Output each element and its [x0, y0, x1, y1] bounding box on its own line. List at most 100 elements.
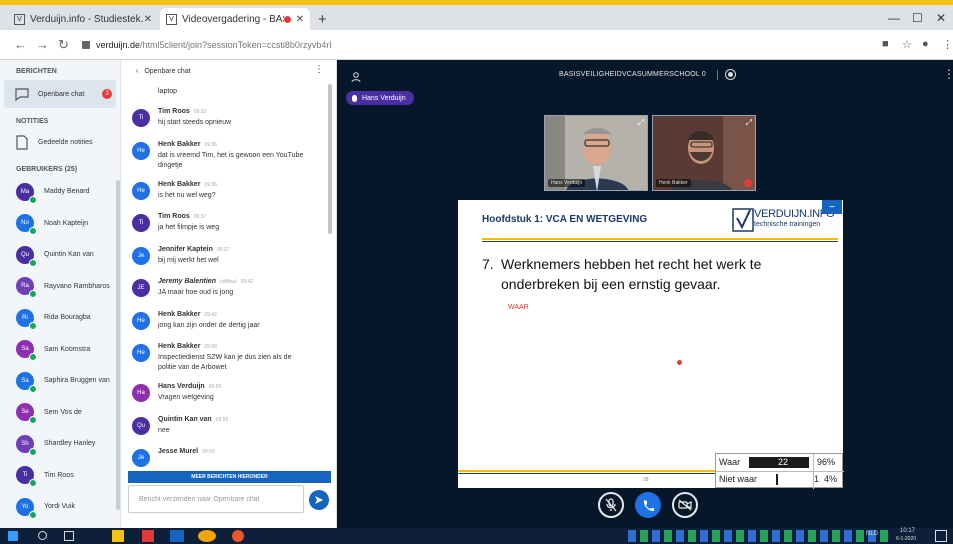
message-time: 09:42 [240, 279, 254, 285]
user-list-item[interactable]: Ri Rida Bouragba [0, 302, 120, 334]
poll-results: Waar 22 96% Niet waar 1 4% [715, 453, 844, 489]
online-status-icon [29, 510, 37, 519]
recording-icon[interactable] [725, 69, 736, 80]
language-indicator[interactable]: NLD [866, 531, 878, 537]
poll-percent: 96% [817, 457, 836, 467]
user-list-item[interactable]: Se Sem Vos de [0, 397, 120, 429]
minimize-presentation-button[interactable]: − [822, 200, 842, 214]
talking-indicator: Hans Verduijn [346, 91, 414, 105]
user-list-scrollbar[interactable] [116, 180, 120, 510]
avatar-initials: Ri [22, 314, 28, 321]
user-list-item[interactable]: Yo Yordi Vuik [0, 491, 120, 523]
send-button[interactable] [309, 490, 329, 510]
browser-menu-icon[interactable]: ⋮ [942, 38, 953, 51]
message-time: 09:37 [193, 214, 207, 220]
options-menu-icon[interactable]: ⋮ [943, 67, 953, 81]
system-tray-icons[interactable] [628, 530, 888, 542]
logo-subtitle: technische trainingen [754, 221, 821, 228]
message-author-line: Jeremy Balentien (offline) 09:42 [158, 275, 327, 285]
tab-videovergadering[interactable]: V Videovergadering - BASISVE ✕ [160, 8, 310, 30]
avatar-initials: Sa [21, 377, 29, 384]
online-status-icon [29, 416, 37, 425]
tab-verduijn-info[interactable]: V Verduijn.info - Studiestek.nl - Bo ✕ [8, 8, 158, 30]
avatar-initials: Ti [22, 472, 28, 479]
maximize-icon[interactable]: ☐ [912, 11, 923, 25]
message-author: Jeremy Balentien [158, 278, 216, 285]
avatar: JE [132, 279, 150, 297]
avatar: He [132, 141, 150, 160]
message-text: is het nu wel weg? [158, 191, 216, 199]
chat-title[interactable]: Openbare chat [144, 68, 190, 75]
app-icon[interactable] [142, 530, 154, 542]
message-author-line: Jesse Murel 09:59 [158, 445, 327, 455]
avatar-initials: Ma [20, 188, 30, 195]
search-icon[interactable] [38, 531, 47, 540]
chat-scrollbar[interactable] [328, 84, 332, 234]
avatar: He [132, 344, 150, 362]
url-host: verduijn.de [96, 40, 141, 50]
user-name: Noah Kapteijn [44, 219, 88, 227]
video-tile-hans[interactable]: ⤢ Hans Verduijn [544, 115, 648, 191]
avatar-initials: Yo [21, 503, 29, 510]
avatar: Yo [16, 497, 37, 519]
file-explorer-icon[interactable] [112, 530, 124, 542]
expand-icon[interactable]: ⤢ [638, 118, 644, 128]
avatar: Ra [16, 277, 37, 299]
avatar: Je [132, 449, 150, 467]
message-text: Vragen wetgeving [158, 394, 214, 401]
profile-icon[interactable]: ● [922, 38, 929, 50]
user-list-toggle-icon[interactable] [351, 70, 361, 88]
online-status-icon [29, 353, 37, 362]
minimize-icon[interactable]: — [888, 11, 900, 25]
list-item: laptop [122, 82, 327, 105]
user-list-item[interactable]: Sh Shardley Hanley [0, 428, 120, 460]
user-list-item[interactable]: Ma Maddy Benard [0, 176, 120, 208]
chat-message-list: laptop Ti Tim Roos 09:33 hij start steeds o… [122, 82, 327, 470]
user-list-item[interactable]: Ti Tim Roos [0, 460, 120, 492]
reload-icon[interactable]: ↻ [58, 37, 69, 53]
user-list-item[interactable]: Sa Sam Koomstra [0, 334, 120, 366]
url-field[interactable]: verduijn.de /html5client/join?sessionTok… [82, 36, 872, 54]
new-tab-button[interactable]: + [318, 11, 327, 28]
chat-options-icon[interactable]: ⋮ [314, 64, 324, 75]
clock-date[interactable]: 6-1-2020 [896, 536, 916, 542]
avatar: Ha [132, 384, 150, 402]
chrome-icon[interactable] [198, 530, 216, 542]
camera-permission-icon[interactable]: ■ [882, 38, 889, 50]
sidebar-item-shared-notes[interactable]: Gedeelde notities [4, 128, 116, 156]
close-window-icon[interactable]: ✕ [936, 11, 946, 25]
talker-name: Hans Verduijn [362, 94, 406, 102]
question-number: 7. [482, 256, 494, 272]
webcam-toggle-button[interactable] [672, 492, 698, 518]
list-item: Ti Tim Roos 09:33 hij start steeds opnieuw [122, 105, 327, 138]
close-tab-icon[interactable]: ✕ [144, 14, 152, 25]
sidebar-item-public-chat[interactable]: Openbare chat 3 [4, 80, 116, 108]
notifications-icon[interactable] [935, 530, 947, 542]
outlook-icon[interactable] [170, 530, 184, 542]
poll-option-label: Waar [719, 457, 741, 467]
more-messages-button[interactable]: MEER BERICHTEN HIERONDER [128, 471, 331, 483]
recording-indicator-icon [283, 15, 291, 23]
slide-header-rule [482, 241, 838, 242]
task-view-icon[interactable] [64, 531, 74, 541]
presentation-slide[interactable]: Hoofdstuk 1: VCA EN WETGEVING VERDUIJN.I… [458, 200, 844, 489]
audio-phone-button[interactable] [635, 492, 661, 518]
close-tab-icon[interactable]: ✕ [296, 14, 304, 25]
chat-message-input[interactable]: Bericht verzenden naar Openbare chat [128, 485, 304, 513]
user-list-item[interactable]: Sa Saphira Bruggen van [0, 365, 120, 397]
clock-time[interactable]: 10:17 [900, 528, 915, 534]
expand-icon[interactable]: ⤢ [746, 118, 752, 128]
slide-title: Hoofdstuk 1: VCA EN WETGEVING [482, 214, 648, 225]
firefox-icon[interactable] [232, 530, 244, 542]
windows-start-icon[interactable] [8, 531, 18, 541]
user-list-item[interactable]: Ra Rayvano Rambharos [0, 271, 120, 303]
forward-arrow-icon[interactable]: → [36, 37, 49, 52]
back-arrow-icon[interactable]: ← [14, 37, 27, 52]
mute-microphone-button[interactable] [598, 492, 624, 518]
user-list-item[interactable]: No Noah Kapteijn [0, 208, 120, 240]
chevron-left-icon[interactable]: ‹ [136, 68, 138, 75]
browser-titlebar: V Verduijn.info - Studiestek.nl - Bo ✕ V… [0, 0, 953, 30]
bookmark-star-icon[interactable]: ☆ [902, 38, 912, 51]
user-list-item[interactable]: Qu Quintin Kan van [0, 239, 120, 271]
video-tile-henk[interactable]: ⤢ Henk Bakker [652, 115, 756, 191]
